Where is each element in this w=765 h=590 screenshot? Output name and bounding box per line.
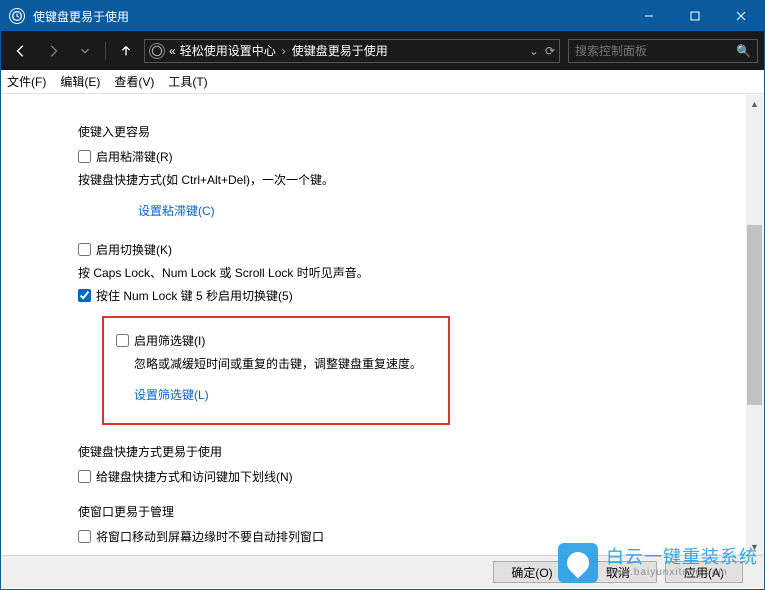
nav-separator bbox=[105, 42, 106, 60]
scroll-up-icon[interactable]: ▲ bbox=[746, 95, 763, 112]
breadcrumb-prefix: « bbox=[169, 44, 176, 58]
cancel-button[interactable]: 取消 bbox=[579, 561, 657, 583]
filter-keys-label: 启用筛选键(I) bbox=[134, 332, 205, 349]
underline-row: 给键盘快捷方式和访问键加下划线(N) bbox=[78, 468, 703, 485]
arrange-row: 将窗口移动到屏幕边缘时不要自动排列窗口 bbox=[78, 528, 703, 545]
sticky-keys-row: 启用粘滞键(R) bbox=[78, 148, 703, 165]
nav-back-button[interactable] bbox=[7, 39, 35, 63]
breadcrumb-refresh-icon[interactable]: ⟳ bbox=[545, 44, 555, 58]
arrange-checkbox[interactable] bbox=[78, 530, 91, 543]
navbar: « 轻松使用设置中心 › 使键盘更易于使用 ⌄ ⟳ 🔍 bbox=[1, 31, 764, 70]
window: 使键盘更易于使用 « 轻松使用设置中心 › 使键盘更易于使用 ⌄ ⟳ 🔍 bbox=[0, 0, 765, 590]
breadcrumb-current: 使键盘更易于使用 bbox=[292, 42, 388, 59]
scroll-thumb[interactable] bbox=[747, 225, 762, 405]
filter-keys-desc: 忽略或减缓短时间或重复的击键，调整键盘重复速度。 bbox=[134, 355, 436, 372]
toggle-numlock-label: 按住 Num Lock 键 5 秒启用切换键(5) bbox=[96, 287, 293, 304]
underline-label: 给键盘快捷方式和访问键加下划线(N) bbox=[96, 468, 293, 485]
footer: 确定(O) 取消 应用(A) bbox=[2, 555, 763, 588]
filter-keys-checkbox[interactable] bbox=[116, 334, 129, 347]
menu-edit[interactable]: 编辑(E) bbox=[60, 73, 100, 90]
breadcrumb-icon bbox=[149, 43, 165, 59]
breadcrumb[interactable]: « 轻松使用设置中心 › 使键盘更易于使用 ⌄ ⟳ bbox=[144, 39, 560, 63]
search-box[interactable]: 🔍 bbox=[568, 39, 758, 63]
toggle-keys-row: 启用切换键(K) bbox=[78, 241, 703, 258]
section-windows-title: 使窗口更易于管理 bbox=[78, 503, 703, 520]
window-title: 使键盘更易于使用 bbox=[33, 8, 626, 25]
menu-file[interactable]: 文件(F) bbox=[7, 73, 46, 90]
apply-button[interactable]: 应用(A) bbox=[665, 561, 743, 583]
titlebar: 使键盘更易于使用 bbox=[1, 1, 764, 31]
breadcrumb-dropdown-icon[interactable]: ⌄ bbox=[529, 44, 539, 58]
toggle-keys-desc: 按 Caps Lock、Num Lock 或 Scroll Lock 时听见声音… bbox=[78, 264, 703, 281]
filter-keys-highlight: 启用筛选键(I) 忽略或减缓短时间或重复的击键，调整键盘重复速度。 设置筛选键(… bbox=[102, 316, 450, 425]
maximize-button[interactable] bbox=[672, 1, 718, 31]
minimize-button[interactable] bbox=[626, 1, 672, 31]
window-controls bbox=[626, 1, 764, 31]
app-icon bbox=[9, 8, 25, 24]
section-shortcuts-title: 使键盘快捷方式更易于使用 bbox=[78, 443, 703, 460]
menubar: 文件(F) 编辑(E) 查看(V) 工具(T) bbox=[1, 70, 764, 94]
underline-checkbox[interactable] bbox=[78, 470, 91, 483]
vertical-scrollbar[interactable]: ▲ ▼ bbox=[746, 95, 763, 555]
sticky-keys-desc: 按键盘快捷方式(如 Ctrl+Alt+Del)，一次一个键。 bbox=[78, 171, 703, 188]
section-typing-title: 使键入更容易 bbox=[78, 123, 703, 140]
ok-button[interactable]: 确定(O) bbox=[493, 561, 571, 583]
search-input[interactable] bbox=[575, 44, 736, 58]
nav-up-button[interactable] bbox=[112, 39, 140, 63]
content-area: 使键入更容易 启用粘滞键(R) 按键盘快捷方式(如 Ctrl+Alt+Del)，… bbox=[2, 95, 763, 555]
menu-view[interactable]: 查看(V) bbox=[114, 73, 154, 90]
toggle-keys-checkbox[interactable] bbox=[78, 243, 91, 256]
sticky-keys-link[interactable]: 设置粘滞键(C) bbox=[138, 202, 215, 219]
scroll-down-icon[interactable]: ▼ bbox=[746, 538, 763, 555]
search-icon[interactable]: 🔍 bbox=[736, 44, 751, 58]
arrange-label: 将窗口移动到屏幕边缘时不要自动排列窗口 bbox=[96, 528, 324, 545]
sticky-keys-label: 启用粘滞键(R) bbox=[96, 148, 173, 165]
breadcrumb-parent[interactable]: 轻松使用设置中心 bbox=[180, 42, 276, 59]
nav-history-button[interactable] bbox=[71, 39, 99, 63]
filter-keys-row: 启用筛选键(I) bbox=[116, 332, 436, 349]
menu-tools[interactable]: 工具(T) bbox=[168, 73, 207, 90]
toggle-sub-row: 按住 Num Lock 键 5 秒启用切换键(5) bbox=[78, 287, 703, 304]
sticky-keys-checkbox[interactable] bbox=[78, 150, 91, 163]
nav-forward-button[interactable] bbox=[39, 39, 67, 63]
close-button[interactable] bbox=[718, 1, 764, 31]
toggle-numlock-checkbox[interactable] bbox=[78, 289, 91, 302]
filter-keys-link[interactable]: 设置筛选键(L) bbox=[134, 386, 209, 403]
toggle-keys-label: 启用切换键(K) bbox=[96, 241, 172, 258]
breadcrumb-sep: › bbox=[282, 44, 286, 58]
